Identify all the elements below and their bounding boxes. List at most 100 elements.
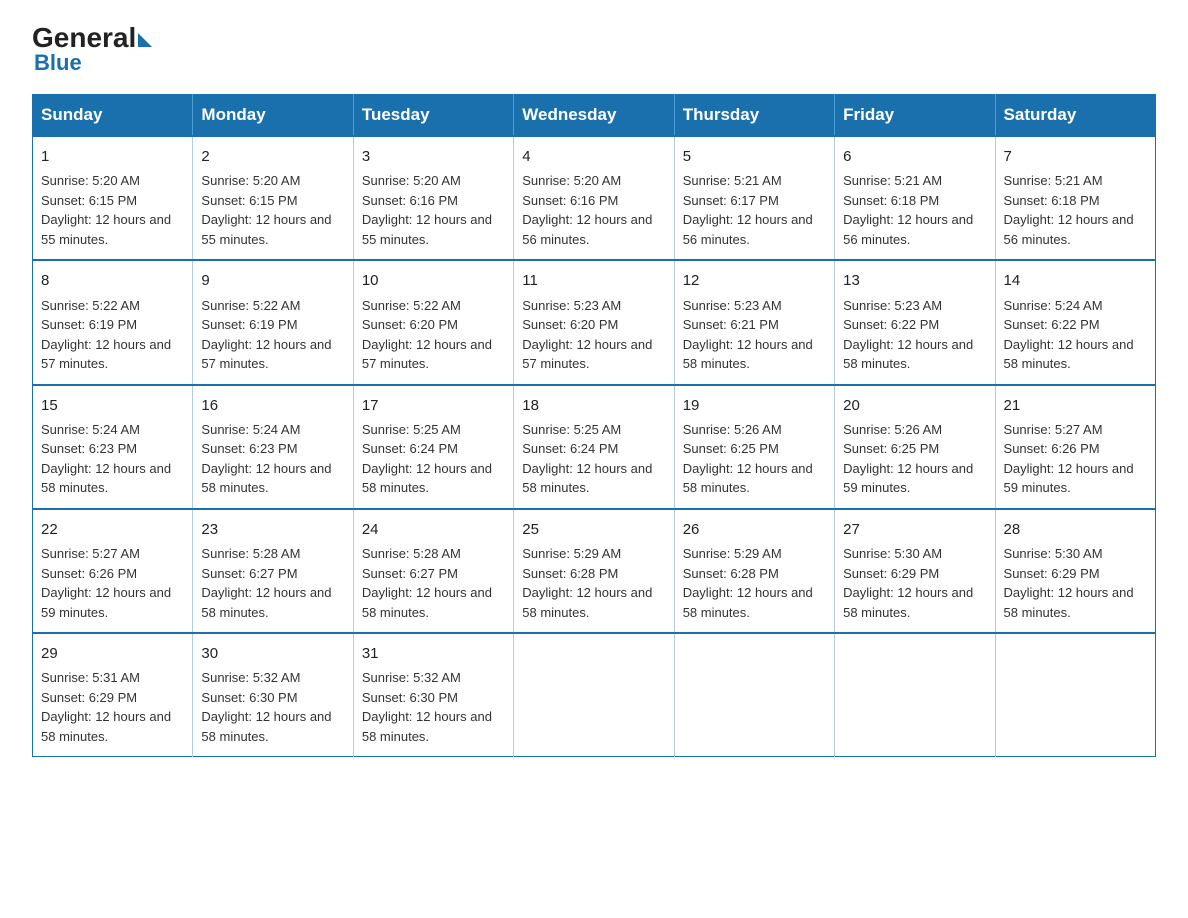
calendar-cell xyxy=(835,633,995,757)
day-info: Sunrise: 5:21 AMSunset: 6:17 PMDaylight:… xyxy=(683,171,826,249)
calendar-cell: 30 Sunrise: 5:32 AMSunset: 6:30 PMDayligh… xyxy=(193,633,353,757)
day-number: 2 xyxy=(201,145,344,168)
day-number: 4 xyxy=(522,145,665,168)
calendar-cell: 31 Sunrise: 5:32 AMSunset: 6:30 PMDayligh… xyxy=(353,633,513,757)
day-number: 1 xyxy=(41,145,184,168)
logo: General Blue xyxy=(32,24,152,76)
day-info: Sunrise: 5:24 AMSunset: 6:23 PMDaylight:… xyxy=(201,420,344,498)
calendar-cell: 27 Sunrise: 5:30 AMSunset: 6:29 PMDayligh… xyxy=(835,509,995,633)
day-number: 27 xyxy=(843,518,986,541)
calendar-cell: 25 Sunrise: 5:29 AMSunset: 6:28 PMDayligh… xyxy=(514,509,674,633)
day-number: 15 xyxy=(41,394,184,417)
day-number: 9 xyxy=(201,269,344,292)
calendar-cell: 19 Sunrise: 5:26 AMSunset: 6:25 PMDayligh… xyxy=(674,385,834,509)
calendar-cell: 18 Sunrise: 5:25 AMSunset: 6:24 PMDayligh… xyxy=(514,385,674,509)
calendar-cell: 15 Sunrise: 5:24 AMSunset: 6:23 PMDayligh… xyxy=(33,385,193,509)
calendar-week-row: 22 Sunrise: 5:27 AMSunset: 6:26 PMDayligh… xyxy=(33,509,1156,633)
calendar-week-row: 8Sunrise: 5:22 AMSunset: 6:19 PMDaylight… xyxy=(33,260,1156,384)
day-number: 29 xyxy=(41,642,184,665)
day-info: Sunrise: 5:24 AMSunset: 6:23 PMDaylight:… xyxy=(41,420,184,498)
calendar-header-saturday: Saturday xyxy=(995,95,1155,137)
calendar-cell: 12Sunrise: 5:23 AMSunset: 6:21 PMDayligh… xyxy=(674,260,834,384)
day-info: Sunrise: 5:30 AMSunset: 6:29 PMDaylight:… xyxy=(1004,544,1147,622)
day-info: Sunrise: 5:22 AMSunset: 6:20 PMDaylight:… xyxy=(362,296,505,374)
day-number: 18 xyxy=(522,394,665,417)
calendar-week-row: 1 Sunrise: 5:20 AMSunset: 6:15 PMDaylight… xyxy=(33,136,1156,260)
calendar-cell: 3Sunrise: 5:20 AMSunset: 6:16 PMDaylight… xyxy=(353,136,513,260)
calendar-cell: 23 Sunrise: 5:28 AMSunset: 6:27 PMDayligh… xyxy=(193,509,353,633)
calendar-cell: 2 Sunrise: 5:20 AMSunset: 6:15 PMDaylight… xyxy=(193,136,353,260)
calendar-cell: 28 Sunrise: 5:30 AMSunset: 6:29 PMDayligh… xyxy=(995,509,1155,633)
day-number: 22 xyxy=(41,518,184,541)
calendar-table: SundayMondayTuesdayWednesdayThursdayFrid… xyxy=(32,94,1156,757)
calendar-cell: 13Sunrise: 5:23 AMSunset: 6:22 PMDayligh… xyxy=(835,260,995,384)
day-number: 31 xyxy=(362,642,505,665)
calendar-cell: 17Sunrise: 5:25 AMSunset: 6:24 PMDayligh… xyxy=(353,385,513,509)
calendar-cell: 29 Sunrise: 5:31 AMSunset: 6:29 PMDayligh… xyxy=(33,633,193,757)
day-number: 11 xyxy=(522,269,665,292)
calendar-cell xyxy=(995,633,1155,757)
day-info: Sunrise: 5:23 AMSunset: 6:21 PMDaylight:… xyxy=(683,296,826,374)
day-info: Sunrise: 5:32 AMSunset: 6:30 PMDaylight:… xyxy=(362,668,505,746)
day-info: Sunrise: 5:30 AMSunset: 6:29 PMDaylight:… xyxy=(843,544,986,622)
logo-general-word: General xyxy=(32,24,136,52)
day-info: Sunrise: 5:20 AMSunset: 6:15 PMDaylight:… xyxy=(201,171,344,249)
day-number: 25 xyxy=(522,518,665,541)
day-info: Sunrise: 5:21 AMSunset: 6:18 PMDaylight:… xyxy=(1004,171,1147,249)
day-info: Sunrise: 5:22 AMSunset: 6:19 PMDaylight:… xyxy=(41,296,184,374)
calendar-cell: 26 Sunrise: 5:29 AMSunset: 6:28 PMDayligh… xyxy=(674,509,834,633)
calendar-cell: 1 Sunrise: 5:20 AMSunset: 6:15 PMDaylight… xyxy=(33,136,193,260)
day-number: 30 xyxy=(201,642,344,665)
day-number: 16 xyxy=(201,394,344,417)
day-info: Sunrise: 5:31 AMSunset: 6:29 PMDaylight:… xyxy=(41,668,184,746)
logo-arrow-icon xyxy=(138,33,152,47)
day-info: Sunrise: 5:21 AMSunset: 6:18 PMDaylight:… xyxy=(843,171,986,249)
calendar-cell: 10 Sunrise: 5:22 AMSunset: 6:20 PMDayligh… xyxy=(353,260,513,384)
day-info: Sunrise: 5:32 AMSunset: 6:30 PMDaylight:… xyxy=(201,668,344,746)
calendar-header-row: SundayMondayTuesdayWednesdayThursdayFrid… xyxy=(33,95,1156,137)
calendar-cell: 20Sunrise: 5:26 AMSunset: 6:25 PMDayligh… xyxy=(835,385,995,509)
day-info: Sunrise: 5:20 AMSunset: 6:16 PMDaylight:… xyxy=(522,171,665,249)
day-number: 5 xyxy=(683,145,826,168)
page-header: General Blue xyxy=(32,24,1156,76)
calendar-header-sunday: Sunday xyxy=(33,95,193,137)
day-info: Sunrise: 5:25 AMSunset: 6:24 PMDaylight:… xyxy=(522,420,665,498)
day-info: Sunrise: 5:23 AMSunset: 6:22 PMDaylight:… xyxy=(843,296,986,374)
calendar-body: 1 Sunrise: 5:20 AMSunset: 6:15 PMDaylight… xyxy=(33,136,1156,757)
day-number: 17 xyxy=(362,394,505,417)
calendar-cell: 7 Sunrise: 5:21 AMSunset: 6:18 PMDaylight… xyxy=(995,136,1155,260)
calendar-cell: 9 Sunrise: 5:22 AMSunset: 6:19 PMDaylight… xyxy=(193,260,353,384)
calendar-week-row: 15 Sunrise: 5:24 AMSunset: 6:23 PMDayligh… xyxy=(33,385,1156,509)
day-number: 6 xyxy=(843,145,986,168)
day-number: 10 xyxy=(362,269,505,292)
day-number: 3 xyxy=(362,145,505,168)
day-info: Sunrise: 5:29 AMSunset: 6:28 PMDaylight:… xyxy=(522,544,665,622)
calendar-cell: 14Sunrise: 5:24 AMSunset: 6:22 PMDayligh… xyxy=(995,260,1155,384)
day-info: Sunrise: 5:27 AMSunset: 6:26 PMDaylight:… xyxy=(1004,420,1147,498)
day-number: 21 xyxy=(1004,394,1147,417)
day-number: 28 xyxy=(1004,518,1147,541)
calendar-cell: 16 Sunrise: 5:24 AMSunset: 6:23 PMDayligh… xyxy=(193,385,353,509)
day-info: Sunrise: 5:28 AMSunset: 6:27 PMDaylight:… xyxy=(201,544,344,622)
day-number: 24 xyxy=(362,518,505,541)
day-number: 26 xyxy=(683,518,826,541)
day-info: Sunrise: 5:22 AMSunset: 6:19 PMDaylight:… xyxy=(201,296,344,374)
day-info: Sunrise: 5:27 AMSunset: 6:26 PMDaylight:… xyxy=(41,544,184,622)
calendar-cell: 22 Sunrise: 5:27 AMSunset: 6:26 PMDayligh… xyxy=(33,509,193,633)
calendar-header-tuesday: Tuesday xyxy=(353,95,513,137)
day-info: Sunrise: 5:26 AMSunset: 6:25 PMDaylight:… xyxy=(683,420,826,498)
day-number: 7 xyxy=(1004,145,1147,168)
day-number: 23 xyxy=(201,518,344,541)
calendar-cell xyxy=(674,633,834,757)
calendar-cell: 21 Sunrise: 5:27 AMSunset: 6:26 PMDayligh… xyxy=(995,385,1155,509)
day-info: Sunrise: 5:26 AMSunset: 6:25 PMDaylight:… xyxy=(843,420,986,498)
calendar-header-wednesday: Wednesday xyxy=(514,95,674,137)
day-number: 19 xyxy=(683,394,826,417)
day-info: Sunrise: 5:29 AMSunset: 6:28 PMDaylight:… xyxy=(683,544,826,622)
day-info: Sunrise: 5:20 AMSunset: 6:15 PMDaylight:… xyxy=(41,171,184,249)
calendar-cell: 11Sunrise: 5:23 AMSunset: 6:20 PMDayligh… xyxy=(514,260,674,384)
logo-blue-text: Blue xyxy=(34,50,82,76)
calendar-cell: 5 Sunrise: 5:21 AMSunset: 6:17 PMDaylight… xyxy=(674,136,834,260)
calendar-cell: 8Sunrise: 5:22 AMSunset: 6:19 PMDaylight… xyxy=(33,260,193,384)
calendar-header: SundayMondayTuesdayWednesdayThursdayFrid… xyxy=(33,95,1156,137)
